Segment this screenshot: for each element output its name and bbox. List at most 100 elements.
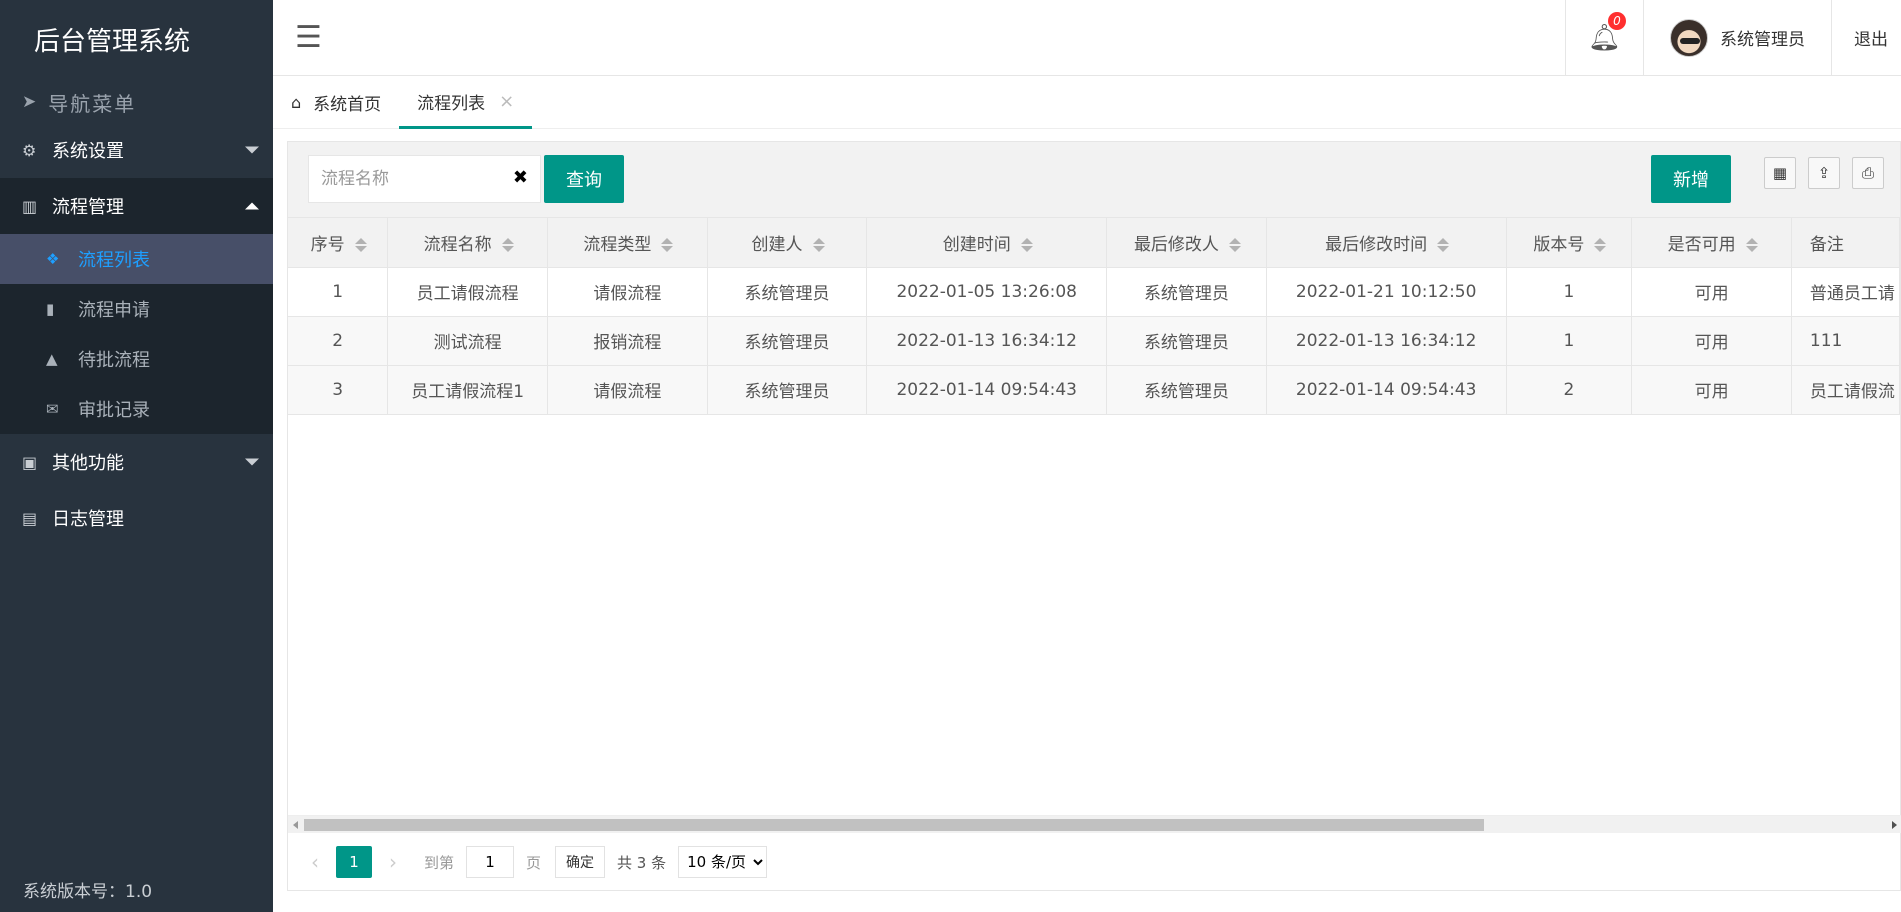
sidebar-item-process-apply[interactable]: ▮ 流程申请 — [0, 284, 273, 334]
cell-modifier: 系统管理员 — [1106, 365, 1267, 415]
column-header[interactable]: 流程类型 — [547, 218, 708, 268]
table-header-row: 序号 流程名称 流程类型 创建人 创建时间 最后修改人 最后修改时间 版本号 是… — [288, 218, 1901, 268]
cell-enabled: 可用 — [1631, 316, 1792, 366]
sort-icon — [1437, 237, 1450, 252]
sort-icon — [501, 237, 514, 252]
cell-index: 3 — [288, 365, 389, 415]
prev-page-icon[interactable]: ‹ — [300, 850, 330, 874]
cell-name: 员工请假流程 — [387, 267, 549, 317]
sub-item-label: 审批记录 — [78, 400, 150, 421]
pagination: ‹ 1 › 到第 页 确定 共 3 条 10 条/页 — [288, 833, 1901, 891]
column-header[interactable]: 最后修改人 — [1106, 218, 1267, 268]
page-size-select[interactable]: 10 条/页 — [678, 846, 768, 878]
table-row[interactable]: 1 员工请假流程 请假流程 系统管理员 2022-01-05 13:26:08 … — [288, 267, 1901, 317]
barcode-icon: ▥ — [22, 196, 38, 216]
clear-icon[interactable]: ✖ — [513, 167, 528, 188]
column-header[interactable]: 备注 — [1791, 218, 1901, 268]
cell-type: 请假流程 — [547, 267, 708, 317]
home-icon: ⌂ — [291, 93, 302, 112]
cell-created-at: 2022-01-14 09:54:43 — [866, 365, 1108, 415]
sidebar-item-process-list[interactable]: ❖ 流程列表 — [0, 234, 273, 284]
tab-label: 流程列表 — [417, 93, 486, 114]
cell-index: 2 — [288, 316, 389, 366]
scrollbar-thumb[interactable] — [304, 819, 1484, 831]
cell-modified-at: 2022-01-21 10:12:50 — [1266, 267, 1507, 317]
logout-button[interactable]: 退出 — [1831, 0, 1901, 75]
briefcase-icon: ▣ — [22, 452, 38, 472]
cell-version: 1 — [1506, 267, 1633, 317]
cell-created-at: 2022-01-13 16:34:12 — [866, 316, 1108, 366]
column-header[interactable]: 是否可用 — [1631, 218, 1792, 268]
caret-down-icon — [245, 458, 259, 466]
sort-icon — [1594, 237, 1607, 252]
close-icon[interactable]: × — [499, 91, 514, 112]
sub-item-label: 流程列表 — [78, 250, 150, 271]
cell-remark: 员工请假流 — [1791, 365, 1901, 415]
gear-icon: ⚙ — [22, 140, 37, 160]
column-header[interactable]: 创建时间 — [866, 218, 1108, 268]
table-row[interactable]: 3 员工请假流程1 请假流程 系统管理员 2022-01-14 09:54:43… — [288, 365, 1901, 415]
sort-icon — [812, 237, 825, 252]
query-button[interactable]: 查询 — [544, 155, 624, 203]
cell-creator: 系统管理员 — [707, 365, 868, 415]
sort-icon — [1745, 237, 1758, 252]
nav-header: ➤ 导航菜单 — [0, 82, 273, 122]
cell-version: 1 — [1506, 316, 1633, 366]
column-header[interactable]: 流程名称 — [387, 218, 549, 268]
sidebar-item-approval-records[interactable]: ✉ 审批记录 — [0, 384, 273, 434]
column-header[interactable]: 序号 — [288, 218, 389, 268]
menu-toggle-icon[interactable]: ☰ — [295, 20, 322, 55]
cell-version: 2 — [1506, 365, 1633, 415]
cell-created-at: 2022-01-05 13:26:08 — [866, 267, 1108, 317]
export-icon[interactable]: ⇪ — [1808, 157, 1840, 189]
avatar — [1670, 18, 1708, 57]
tab-process-list[interactable]: 流程列表 × — [399, 76, 533, 129]
menu-system-settings[interactable]: ⚙ 系统设置 — [0, 122, 273, 178]
column-header[interactable]: 最后修改时间 — [1266, 218, 1507, 268]
columns-filter-icon[interactable]: ▦ — [1764, 157, 1796, 189]
cell-enabled: 可用 — [1631, 365, 1792, 415]
table-row[interactable]: 2 测试流程 报销流程 系统管理员 2022-01-13 16:34:12 系统… — [288, 316, 1901, 366]
page-label: 页 — [526, 853, 542, 872]
caret-down-icon — [245, 146, 259, 154]
tabs-bar: ⌂ 系统首页 流程列表 × — [273, 76, 1901, 129]
app-title: 后台管理系统 — [34, 27, 191, 57]
scroll-left-icon[interactable] — [293, 821, 298, 829]
cell-remark: 111 — [1791, 316, 1901, 366]
menu-other-functions[interactable]: ▣ 其他功能 — [0, 434, 273, 490]
content-panel: ✖ 查询 新增 ▦ ⇪ ⎙ 序号 流程名称 流程类型 创建人 创建时间 最后修改… — [287, 141, 1901, 891]
column-header[interactable]: 版本号 — [1506, 218, 1633, 268]
menu-label: 流程管理 — [52, 197, 124, 218]
sidebar-item-pending[interactable]: ▲ 待批流程 — [0, 334, 273, 384]
cell-creator: 系统管理员 — [707, 267, 868, 317]
notification-button[interactable]: 🔔︎ 0 — [1565, 0, 1643, 75]
cell-index: 1 — [288, 267, 389, 317]
sub-item-label: 待批流程 — [78, 350, 150, 371]
cell-name: 员工请假流程1 — [387, 365, 549, 415]
tab-home[interactable]: ⌂ 系统首页 — [273, 76, 399, 129]
goto-page-input[interactable] — [466, 846, 515, 878]
print-icon[interactable]: ⎙ — [1852, 157, 1884, 189]
username: 系统管理员 — [1720, 30, 1805, 50]
cell-creator: 系统管理员 — [707, 316, 868, 366]
goto-confirm-button[interactable]: 确定 — [555, 846, 606, 878]
cell-type: 请假流程 — [547, 365, 708, 415]
next-page-icon[interactable]: › — [378, 850, 408, 874]
menu-process-management[interactable]: ▥ 流程管理 — [0, 178, 273, 234]
topbar-right: 🔔︎ 0 系统管理员 退出 — [1565, 0, 1901, 75]
user-menu[interactable]: 系统管理员 — [1643, 0, 1831, 75]
nav-header-label: 导航菜单 — [48, 91, 137, 116]
cell-modified-at: 2022-01-14 09:54:43 — [1266, 365, 1507, 415]
bar-chart-icon: ▮ — [46, 300, 55, 318]
scroll-right-icon[interactable] — [1892, 821, 1897, 829]
tab-label: 系统首页 — [313, 95, 382, 115]
menu-log-management[interactable]: ▤ 日志管理 — [0, 490, 273, 546]
search-box: ✖ — [308, 155, 541, 203]
add-button[interactable]: 新增 — [1651, 155, 1731, 203]
column-header[interactable]: 创建人 — [707, 218, 868, 268]
sort-icon — [1228, 237, 1241, 252]
search-input[interactable] — [309, 156, 499, 202]
sort-icon — [1020, 237, 1033, 252]
horizontal-scrollbar[interactable] — [288, 815, 1901, 833]
current-page-button[interactable]: 1 — [336, 846, 372, 878]
